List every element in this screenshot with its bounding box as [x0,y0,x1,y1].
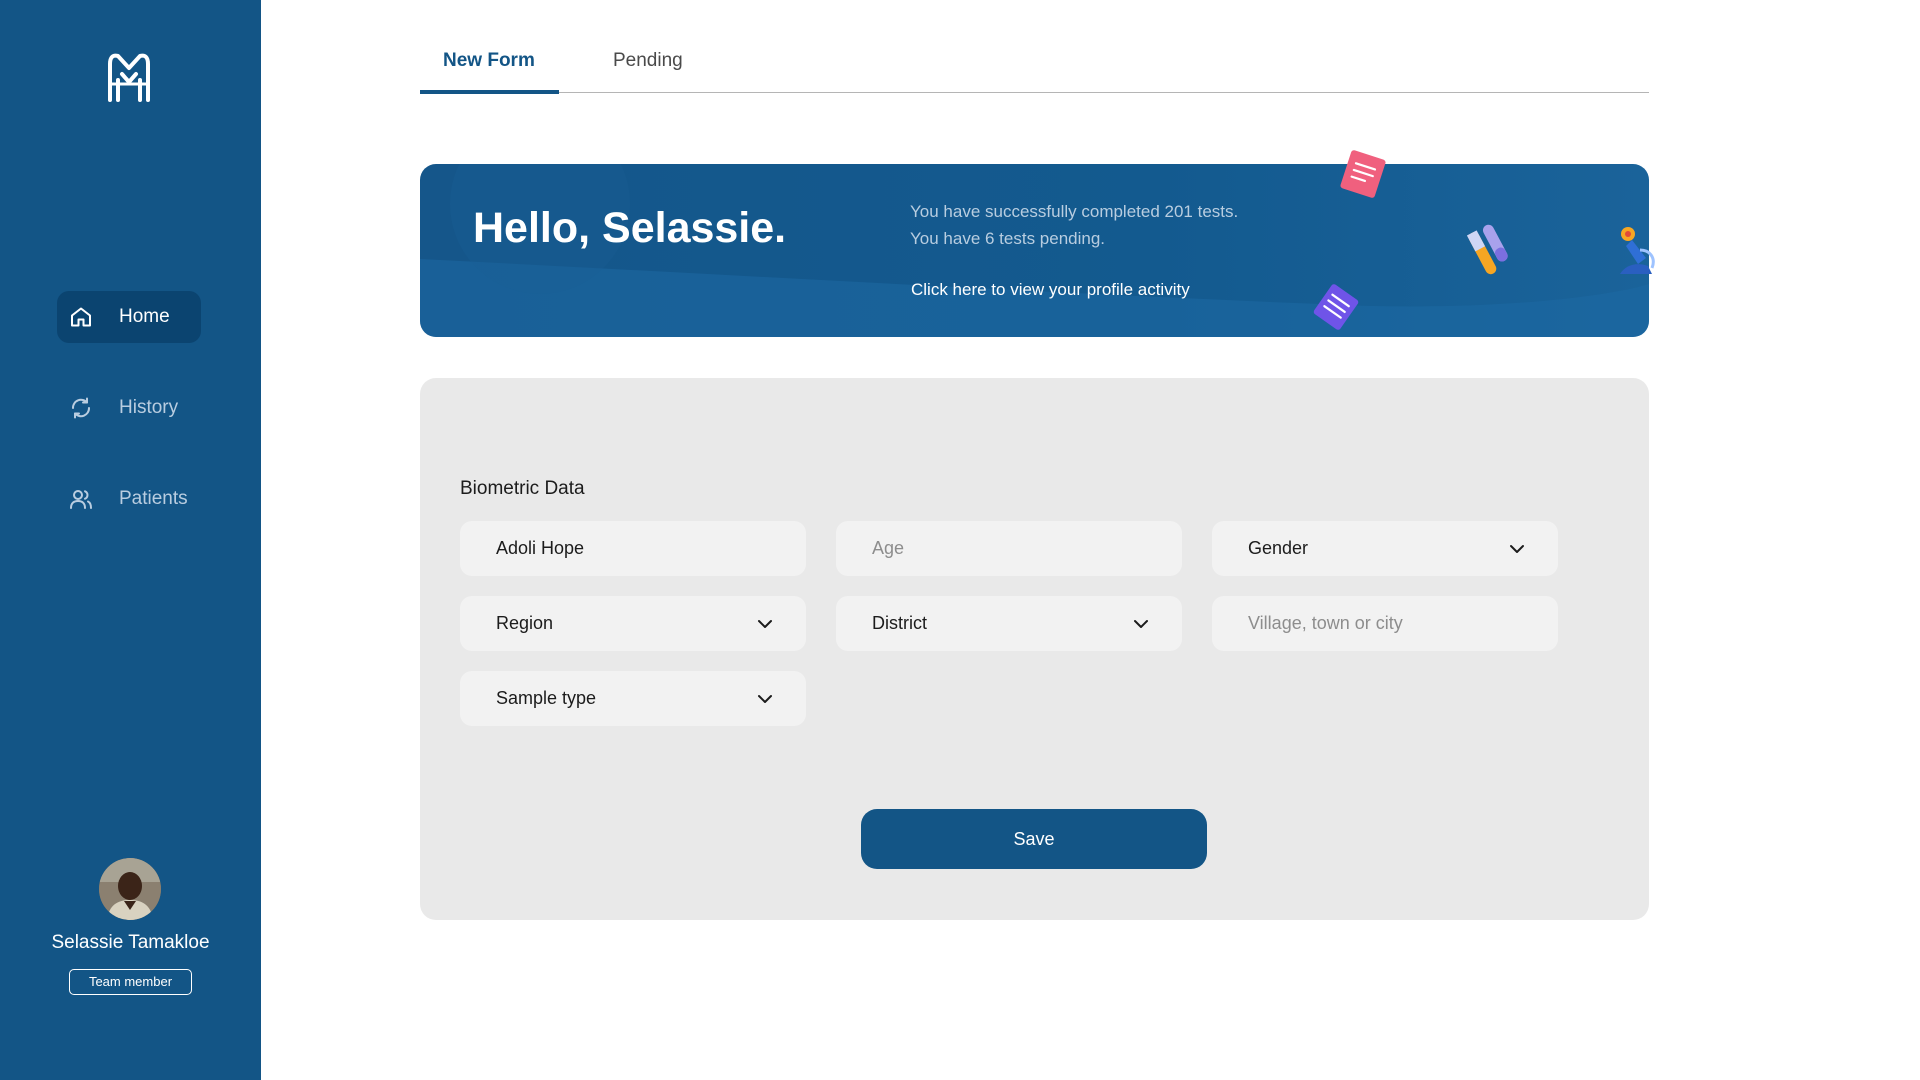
region-select[interactable]: Region [460,596,806,651]
village-placeholder: Village, town or city [1248,613,1403,633]
greeting: Hello, Selassie. [473,204,787,252]
users-icon [70,490,92,509]
gender-value: Gender [1248,538,1309,558]
sample-type-select[interactable]: Sample type [460,671,806,726]
sidebar-item-label: History [119,397,179,418]
test-tubes-icon [1466,224,1508,275]
note-icon [1340,150,1386,198]
chevron-down-icon [758,620,772,628]
tab-new-form[interactable]: New Form [443,50,535,72]
user-role-badge: Team member [69,969,192,995]
gender-select[interactable]: Gender [1212,521,1558,576]
completed-tests-text: You have successfully completed 201 test… [910,202,1239,221]
sample-type-value: Sample type [496,688,597,708]
patient-name-value: Adoli Hope [496,538,585,558]
age-field[interactable]: Age [836,521,1182,576]
avatar[interactable] [99,858,161,920]
tab-bar: New Form Pending [420,40,1649,94]
m-monogram-logo[interactable] [104,50,154,104]
age-placeholder: Age [872,538,905,558]
welcome-banner: Hello, Selassie. You have successfully c… [420,150,1655,337]
patient-name-field[interactable]: Adoli Hope [460,521,806,576]
sidebar: Home History Patients Selassie Tamakloe … [0,0,261,1080]
section-title: Biometric Data [460,478,585,499]
sidebar-item-history[interactable]: History [57,382,201,434]
refresh-icon [71,397,91,419]
user-name: Selassie Tamakloe [51,932,210,953]
sidebar-item-label: Home [119,306,170,327]
village-field[interactable]: Village, town or city [1212,596,1558,651]
chevron-down-icon [758,695,772,703]
region-value: Region [496,613,554,633]
pending-tests-text: You have 6 tests pending. [910,229,1106,248]
district-value: District [872,613,927,633]
microscope-icon [1620,227,1655,274]
tab-pending[interactable]: Pending [613,50,683,72]
district-select[interactable]: District [836,596,1182,651]
sidebar-item-patients[interactable]: Patients [57,473,201,525]
profile-activity-link[interactable]: Click here to view your profile activity [911,280,1190,300]
document-icon [1313,284,1359,330]
active-tab-indicator [420,90,559,94]
sidebar-item-label: Patients [119,488,188,509]
chevron-down-icon [1134,620,1148,628]
home-icon [71,307,91,327]
chevron-down-icon [1510,545,1524,553]
biometric-form-card: Biometric Data Adoli Hope Age Gender Reg… [420,378,1649,920]
save-button[interactable]: Save [861,809,1207,869]
sidebar-item-home[interactable]: Home [57,291,201,343]
